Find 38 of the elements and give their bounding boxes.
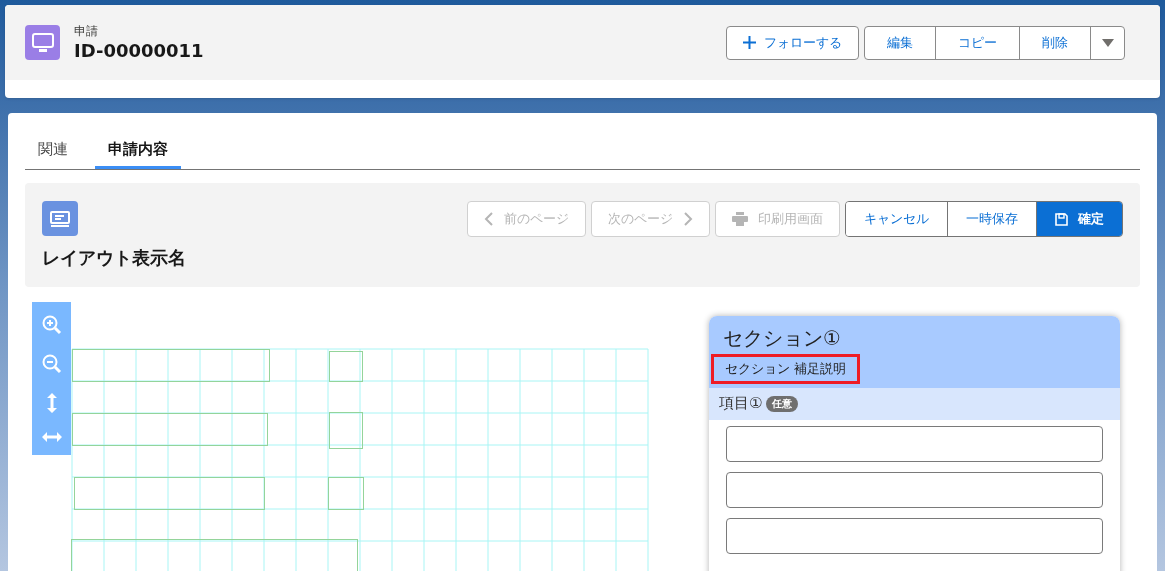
input-field[interactable] <box>726 517 1103 554</box>
section-description: セクション 補足説明 <box>711 354 861 384</box>
input-field[interactable] <box>726 425 1103 462</box>
caret-icon <box>1101 38 1114 47</box>
object-label: 申請 <box>74 22 99 39</box>
action-button[interactable]: コピー <box>936 26 1020 59</box>
chevron-left-icon <box>484 212 494 226</box>
layout-block[interactable] <box>329 412 363 449</box>
item-label: 項目① <box>719 393 763 415</box>
form-icon <box>42 201 78 236</box>
action-button[interactable]: キャンセル <box>846 202 948 236</box>
action-button[interactable]: 削除 <box>1020 26 1091 59</box>
monitor-icon <box>25 25 60 60</box>
layout-block[interactable] <box>72 349 270 382</box>
printer-icon <box>732 212 748 226</box>
input-field[interactable] <box>726 471 1103 508</box>
action-button[interactable]: 一時保存 <box>948 202 1037 236</box>
tab[interactable]: 関連 <box>25 133 81 169</box>
plus-icon <box>743 36 756 49</box>
action-button[interactable]: 編集 <box>865 26 936 59</box>
zoom-out-icon[interactable] <box>41 354 62 375</box>
vertical-arrows-icon[interactable] <box>46 392 57 413</box>
layout-title: レイアウト表示名 <box>42 246 186 270</box>
follow-button[interactable]: フォローする <box>726 25 859 60</box>
save-icon <box>1055 212 1068 226</box>
tab[interactable]: 申請内容 <box>95 133 181 169</box>
layout-block[interactable] <box>72 413 268 446</box>
layout-block[interactable] <box>74 477 265 510</box>
optional-badge: 任意 <box>766 395 799 412</box>
layout-block[interactable] <box>329 351 363 382</box>
confirm-button[interactable]: 確定 <box>1037 202 1122 236</box>
zoom-in-icon[interactable] <box>41 315 62 336</box>
horizontal-arrows-icon[interactable] <box>41 431 62 442</box>
layout-block[interactable] <box>71 539 358 571</box>
chevron-right-icon <box>683 212 693 226</box>
layout-block[interactable] <box>328 477 364 510</box>
section-title: セクション① <box>722 325 842 352</box>
record-name: ID-00000011 <box>74 38 204 63</box>
